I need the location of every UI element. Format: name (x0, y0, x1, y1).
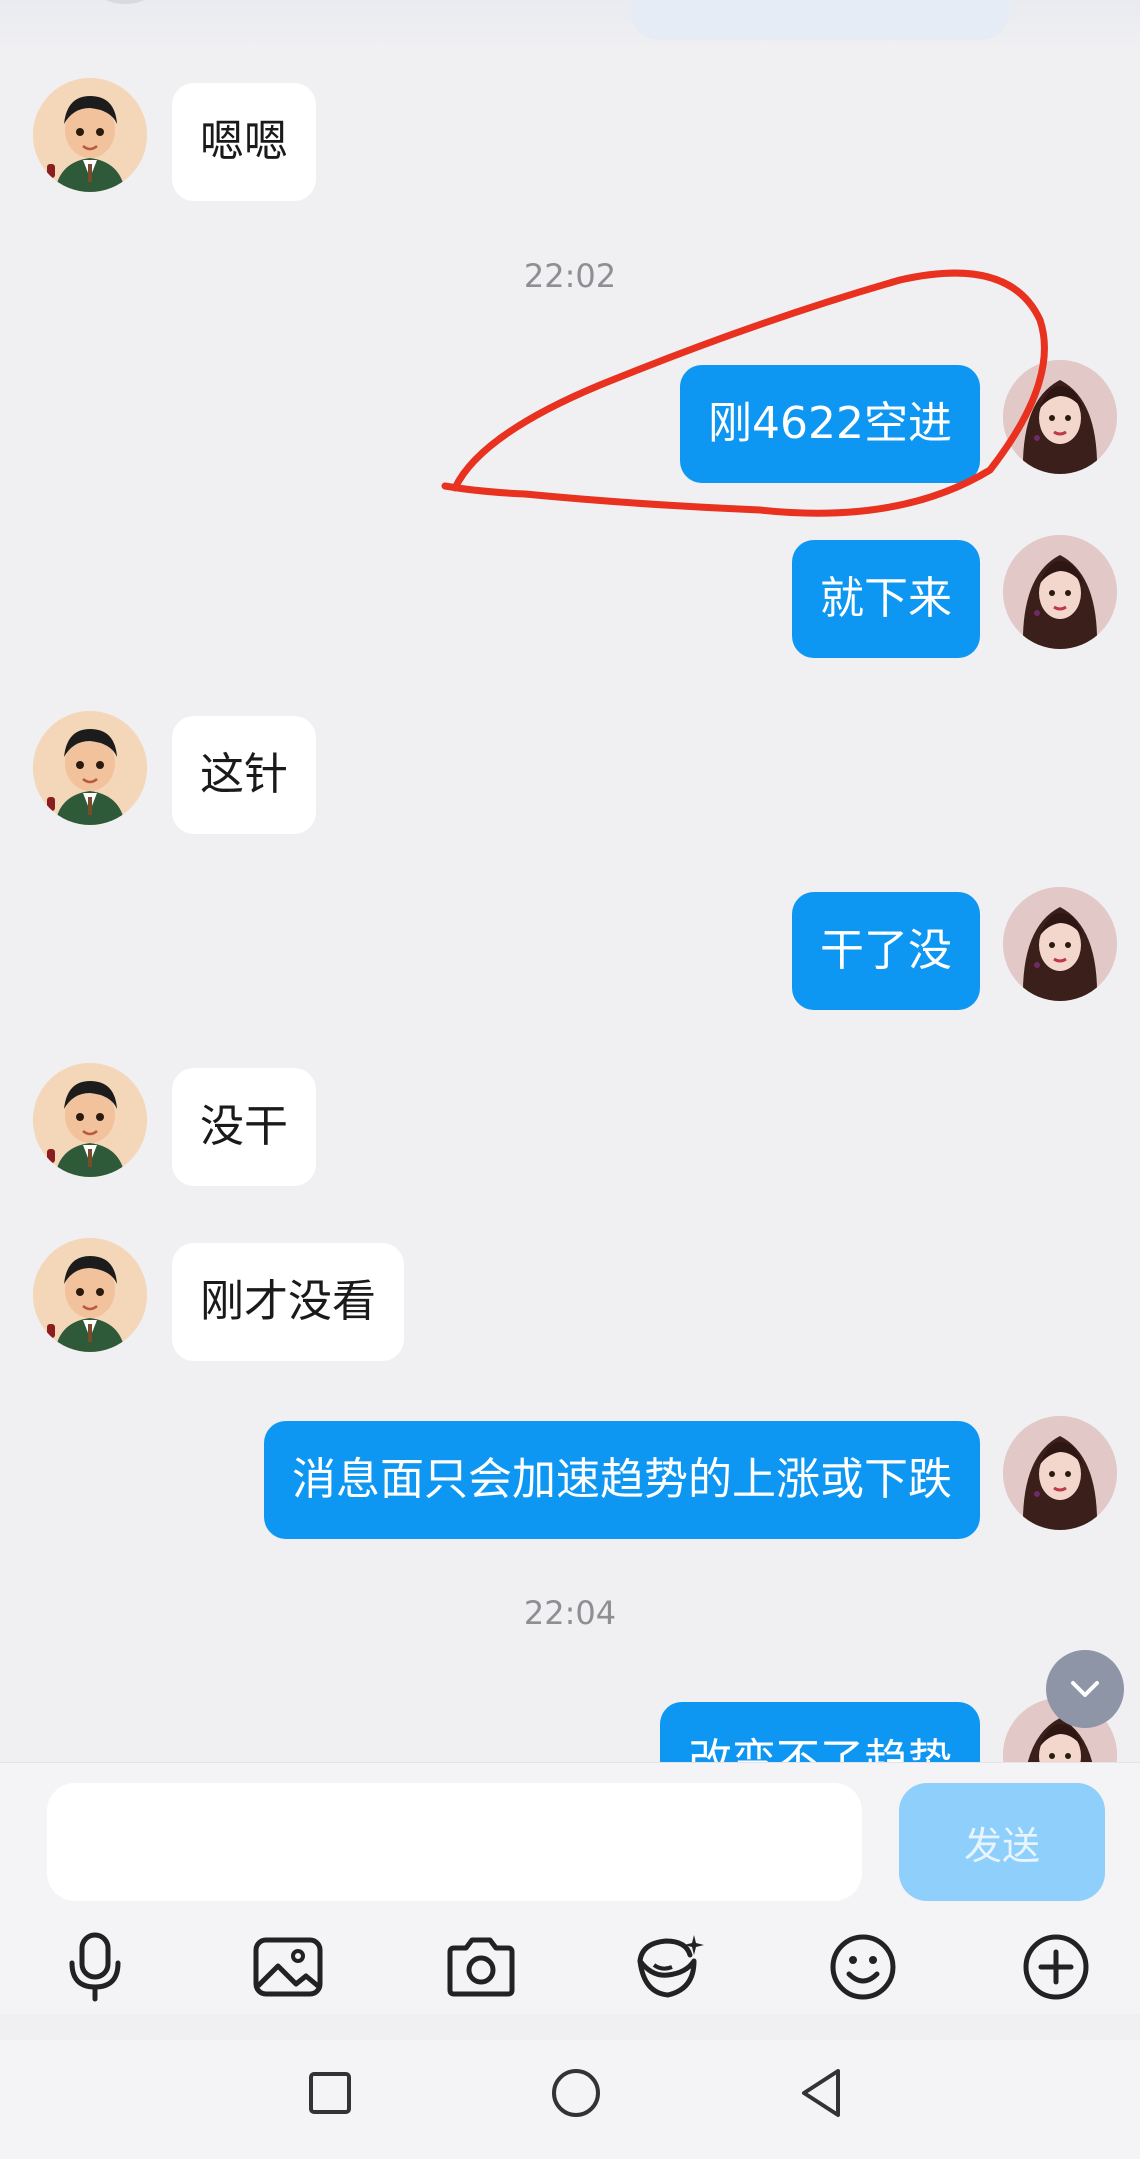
message-bubble-incoming[interactable]: 这针 (172, 716, 316, 834)
scroll-to-bottom-button[interactable] (1046, 1650, 1124, 1728)
chat-message-list[interactable]: 嗯嗯 22:02 刚4622空进 就下来 这针 干了没 没干 刚才没看 消息面只… (0, 0, 1140, 1762)
message-bubble-outgoing[interactable]: 就下来 (792, 540, 980, 658)
message-input[interactable] (47, 1783, 862, 1901)
message-bubble-outgoing[interactable]: 干了没 (792, 892, 980, 1010)
plus-icon[interactable] (1011, 1922, 1101, 2012)
sticker-icon[interactable] (625, 1922, 715, 2012)
microphone-icon[interactable] (50, 1922, 140, 2012)
contact-avatar[interactable] (33, 1063, 147, 1177)
composer-toolbar (0, 1922, 1140, 2014)
message-bubble-incoming[interactable]: 刚才没看 (172, 1243, 404, 1361)
self-avatar[interactable] (1003, 535, 1117, 649)
message-bubble-incoming[interactable]: 嗯嗯 (172, 83, 316, 201)
timestamp: 22:04 (523, 1594, 617, 1632)
message-bubble-outgoing[interactable]: 消息面只会加速趋势的上涨或下跌 (264, 1421, 980, 1539)
self-avatar[interactable] (1003, 887, 1117, 1001)
contact-avatar[interactable] (33, 78, 147, 192)
image-icon[interactable] (243, 1922, 333, 2012)
send-button[interactable]: 发送 (899, 1783, 1105, 1901)
circle-icon[interactable] (541, 2058, 611, 2128)
camera-icon[interactable] (436, 1922, 526, 2012)
message-bubble-outgoing[interactable]: 改变不了趋势 (660, 1702, 980, 1762)
back-triangle-icon[interactable] (786, 2058, 856, 2128)
system-navigation-bar (0, 2040, 1140, 2159)
chevron-down-icon (1071, 1681, 1099, 1697)
square-icon[interactable] (295, 2058, 365, 2128)
composer-bar: 发送 (0, 1762, 1140, 1923)
contact-avatar[interactable] (33, 1238, 147, 1352)
self-avatar[interactable] (1003, 1416, 1117, 1530)
contact-avatar[interactable] (33, 711, 147, 825)
message-bubble-incoming[interactable]: 没干 (172, 1068, 316, 1186)
annotation-circle (441, 269, 1048, 517)
send-label: 发送 (963, 1823, 1040, 1868)
emoji-icon[interactable] (818, 1922, 908, 2012)
